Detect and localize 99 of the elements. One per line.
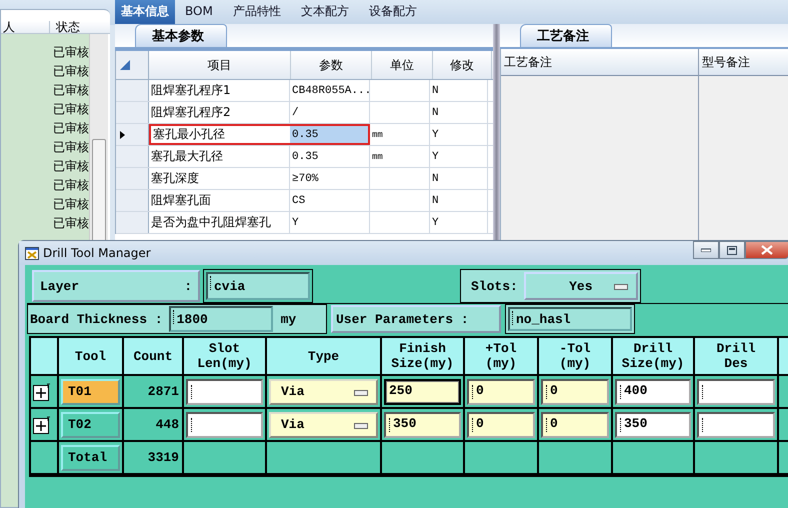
input-field[interactable]: 400 bbox=[615, 378, 691, 404]
column-header: 工艺备注 bbox=[501, 49, 698, 76]
table-cell: N bbox=[430, 80, 488, 101]
status-cell-text: 已审核 bbox=[52, 215, 89, 232]
table-cell: CS bbox=[290, 190, 370, 211]
window-title: Drill Tool Manager bbox=[43, 246, 151, 260]
status-cell-text: 已审核 bbox=[52, 101, 89, 118]
tab[interactable]: 工艺备注 bbox=[520, 24, 612, 47]
table-cell: 塞孔最小孔径 bbox=[149, 124, 290, 145]
table-cell: mm bbox=[372, 152, 383, 162]
close-button[interactable] bbox=[745, 241, 788, 259]
expand-icon[interactable] bbox=[33, 382, 51, 400]
sort-corner-icon bbox=[120, 60, 130, 70]
input-field[interactable]: 0 bbox=[541, 412, 609, 438]
table-cell: ≥70% bbox=[290, 168, 370, 189]
unit-label: my bbox=[280, 312, 296, 326]
tab[interactable]: 产品特性 bbox=[222, 0, 291, 24]
table-cell: 塞孔最大孔径 bbox=[149, 146, 290, 167]
table-cell: Y bbox=[290, 212, 370, 233]
column-header: 单位 bbox=[372, 51, 433, 79]
status-cell-text: 已审核 bbox=[52, 44, 89, 61]
table-cell: 448 bbox=[124, 409, 184, 442]
input-field[interactable]: 350 bbox=[384, 412, 461, 438]
tab[interactable]: BOM bbox=[175, 0, 223, 24]
input-field[interactable]: 0 bbox=[541, 378, 609, 404]
column-header: 参数 bbox=[291, 51, 372, 79]
user-parameters-button[interactable]: User Parameters : bbox=[331, 305, 501, 333]
column-header: 项目 bbox=[149, 51, 291, 79]
user-parameters-field[interactable]: no_hasl bbox=[508, 307, 632, 331]
input-field[interactable]: 250 bbox=[384, 378, 461, 404]
table-cell: Y bbox=[430, 212, 488, 233]
table-cell: mm bbox=[372, 130, 383, 140]
maximize-icon bbox=[727, 246, 737, 254]
column-header: Count bbox=[124, 338, 184, 376]
table-cell: 0.35 bbox=[290, 124, 370, 145]
input-field[interactable]: 0 bbox=[467, 412, 535, 438]
maximize-button[interactable] bbox=[719, 241, 745, 259]
tool-button[interactable]: T02 bbox=[61, 412, 120, 438]
table-cell: Y bbox=[430, 146, 488, 167]
input-field[interactable] bbox=[186, 378, 263, 404]
status-cell-text: 已审核 bbox=[52, 158, 89, 175]
table-cell: N bbox=[430, 168, 488, 189]
table-cell: 阻焊塞孔程序1 bbox=[149, 80, 290, 101]
input-field[interactable] bbox=[186, 412, 263, 438]
table-cell: 阻焊塞孔面 bbox=[149, 190, 290, 211]
tab[interactable]: 设备配方 bbox=[358, 0, 427, 24]
table-cell: 阻焊塞孔程序2 bbox=[149, 102, 290, 123]
tab[interactable]: 基本信息 bbox=[115, 0, 175, 24]
input-field[interactable]: 350 bbox=[615, 412, 691, 438]
board-thickness-label: Board Thickness : bbox=[30, 312, 163, 326]
type-dropdown[interactable]: Via bbox=[269, 378, 378, 404]
status-cell-text: 已审核 bbox=[52, 82, 89, 99]
tab[interactable]: 文本配方 bbox=[290, 0, 359, 24]
table-cell: N bbox=[430, 102, 488, 123]
app-icon bbox=[25, 246, 39, 260]
column-header: Drill Size(my) bbox=[613, 338, 695, 376]
table-cell: 3319 bbox=[124, 442, 184, 475]
total-button[interactable]: Total bbox=[61, 444, 120, 470]
board-thickness-field[interactable]: 1800 bbox=[168, 306, 273, 332]
column-header: 人 bbox=[1, 21, 50, 33]
table-cell: 2871 bbox=[124, 376, 184, 409]
column-header: Drill Des bbox=[695, 338, 779, 376]
type-dropdown[interactable]: Via bbox=[269, 412, 378, 438]
status-cell-text: 已审核 bbox=[52, 120, 89, 137]
layer-field[interactable]: cvia bbox=[206, 272, 310, 300]
status-cell-text: 已审核 bbox=[52, 177, 89, 194]
status-cell-text: 已审核 bbox=[52, 63, 89, 80]
row-header[interactable] bbox=[116, 124, 149, 145]
table-cell: 是否为盘中孔阻焊塞孔 bbox=[149, 212, 290, 233]
column-header: 修改 bbox=[433, 51, 492, 79]
tab[interactable]: 基本参数 bbox=[135, 24, 227, 47]
tool-button[interactable]: T01 bbox=[61, 378, 120, 404]
column-header: 型号备注 bbox=[699, 49, 788, 76]
close-icon bbox=[761, 245, 773, 255]
slots-label: Slots: bbox=[470, 278, 518, 294]
layer-label: Layer : bbox=[32, 270, 200, 302]
status-cell-text: 已审核 bbox=[52, 196, 89, 213]
minimize-icon bbox=[701, 248, 711, 252]
slots-dropdown[interactable]: Yes bbox=[524, 272, 638, 300]
table-cell: CB48R055A... bbox=[290, 80, 370, 101]
expand-icon[interactable] bbox=[33, 416, 51, 434]
input-field[interactable] bbox=[697, 412, 775, 438]
input-field[interactable]: 0 bbox=[467, 378, 535, 404]
column-header: -Tol (my) bbox=[539, 338, 613, 376]
table-cell: N bbox=[430, 190, 488, 211]
input-field[interactable] bbox=[697, 378, 775, 404]
column-header: +Tol (my) bbox=[465, 338, 539, 376]
status-cell-text: 已审核 bbox=[52, 139, 89, 156]
table-cell: / bbox=[290, 102, 370, 123]
column-header: Finish Size(my) bbox=[382, 338, 465, 376]
column-header: 状态 bbox=[55, 21, 81, 33]
current-row-icon bbox=[120, 130, 125, 138]
table-cell: 塞孔深度 bbox=[149, 168, 290, 189]
column-header: Tool bbox=[59, 338, 124, 376]
table-cell: Y bbox=[430, 124, 488, 145]
column-header: Type bbox=[267, 338, 382, 376]
column-header: Slot Len(my) bbox=[184, 338, 267, 376]
minimize-button[interactable] bbox=[693, 241, 719, 259]
table-cell: 0.35 bbox=[290, 146, 370, 167]
